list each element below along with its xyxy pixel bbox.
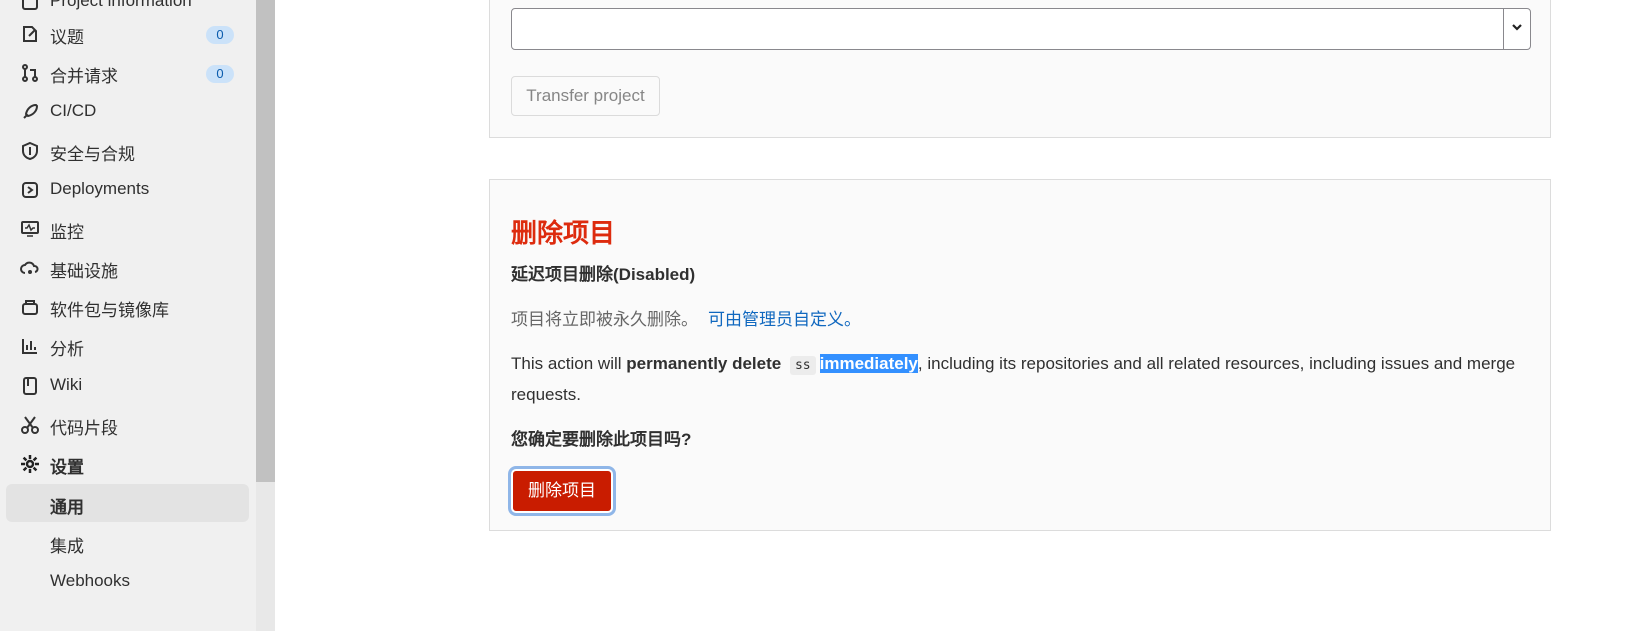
delete-project-button[interactable]: 删除项目 [508,466,616,516]
sidebar-item-issues[interactable]: 议题 0 [0,16,256,52]
merge-requests-count-badge: 0 [206,65,234,83]
scissors-icon [21,416,39,434]
sidebar-item-ci-cd[interactable]: CI/CD [0,94,256,130]
delayed-deletion-subtitle: 延迟项目删除(Disabled) [511,265,696,284]
sidebar-item-settings[interactable]: 设置 [0,446,256,482]
namespace-select[interactable] [511,8,1531,50]
sidebar-item-snippets[interactable]: 代码片段 [0,407,256,443]
delete-project-panel: 删除项目 延迟项目删除(Disabled) 项目将立即被永久删除。 可由管理员自定… [489,179,1551,531]
sidebar-item-analytics[interactable]: 分析 [0,328,256,364]
cloud-gear-icon [20,261,39,274]
transfer-project-panel: Transfer project [489,0,1551,138]
delete-confirm-question: 您确定要删除此项目吗? [511,430,692,449]
sidebar-scrollbar-thumb[interactable] [256,0,275,482]
sidebar-item-security-compliance[interactable]: 安全与合规 [0,133,256,169]
project-info-icon [22,0,38,10]
merge-request-icon [22,64,38,82]
transfer-project-button[interactable]: Transfer project [511,76,660,116]
deployments-icon [22,182,38,198]
sidebar-subitem-general[interactable]: 通用 [6,484,249,522]
book-icon [23,377,37,395]
chart-icon [22,339,37,354]
rocket-icon [23,103,39,119]
sidebar-subitem-webhooks[interactable]: Webhooks [0,562,256,600]
sidebar-item-monitor[interactable]: 监控 [0,211,256,247]
warning-prefix: This action will [511,354,622,373]
sidebar-item-infrastructure[interactable]: 基础设施 [0,250,256,286]
warning-highlight: immediately [819,354,918,373]
monitor-icon [21,221,39,237]
package-icon [22,300,38,315]
sidebar-item-merge-requests[interactable]: 合并请求 0 [0,55,256,91]
issues-icon [23,26,37,42]
issues-count-badge: 0 [206,26,234,44]
delete-project-title: 删除项目 [511,218,616,248]
deletion-note: 项目将立即被永久删除。 可由管理员自定义。 [511,305,861,330]
deletion-note-text: 项目将立即被永久删除。 [511,310,698,329]
shield-icon [22,141,38,161]
sidebar-item-deployments[interactable]: Deployments [0,172,256,208]
sidebar-item-packages-registries[interactable]: 软件包与镜像库 [0,289,256,325]
warning-bold: permanently delete [626,354,782,373]
sidebar-subitem-integrations[interactable]: 集成 [0,523,256,561]
sidebar-item-wiki[interactable]: Wiki [0,368,256,404]
sidebar: Project information 议题 0 合并请求 0 CI/CD 安全… [0,0,275,631]
delete-warning-text: This action will permanently delete ss im… [511,349,1521,409]
gear-icon [21,455,39,473]
chevron-down-icon [1512,24,1522,31]
admin-customize-link[interactable]: 可由管理员自定义。 [708,310,861,329]
select-divider [1503,9,1504,49]
project-name-code: ss [789,356,816,375]
